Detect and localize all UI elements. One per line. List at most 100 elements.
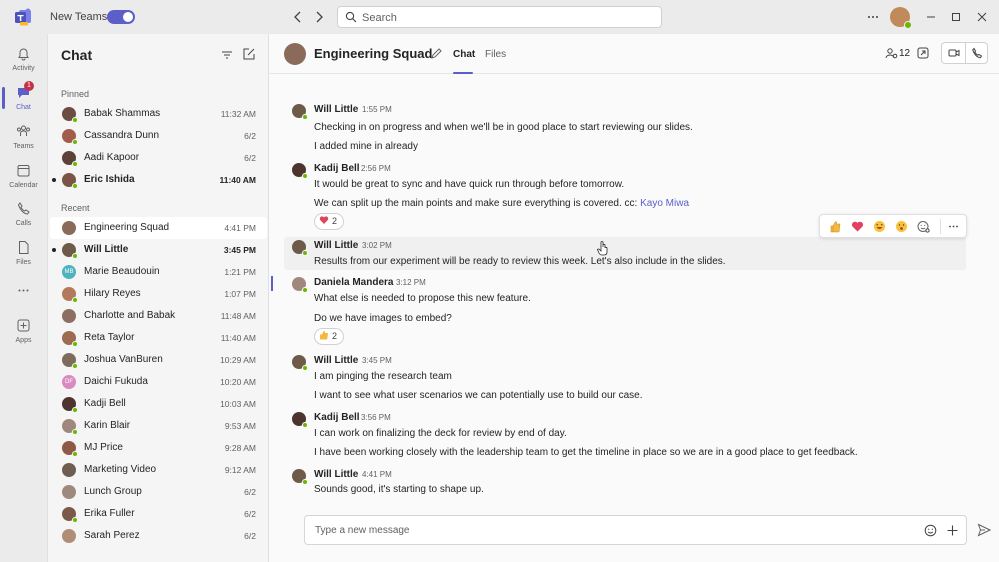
rail-item-files[interactable]: Files — [0, 236, 47, 274]
share-screen-icon[interactable] — [916, 46, 930, 60]
avatar — [62, 173, 78, 189]
avatar — [292, 104, 308, 120]
message-author: Daniela Mandera — [314, 277, 394, 288]
chat-item-erika-fuller[interactable]: Erika Fuller 6/2 — [50, 503, 267, 525]
people-icon[interactable] — [885, 47, 898, 60]
edit-icon[interactable] — [430, 47, 443, 60]
chat-item-sarah-perez[interactable]: Sarah Perez 6/2 — [50, 525, 267, 547]
add-reaction-icon[interactable] — [917, 220, 930, 233]
chat-item-lunch-group[interactable]: Lunch Group 6/2 — [50, 481, 267, 503]
message-text: It would be great to sync and have quick… — [314, 179, 625, 190]
laugh-reaction-icon[interactable] — [873, 220, 886, 233]
avatar — [62, 309, 76, 323]
chat-item-eric-ishida[interactable]: Eric Ishida 11:40 AM — [50, 169, 267, 191]
presence-available-icon — [904, 21, 912, 29]
forward-arrow-icon[interactable] — [312, 9, 326, 25]
search-input[interactable]: Search — [337, 6, 662, 28]
message-text: I have been working closely with the lea… — [314, 447, 858, 458]
conversation-header: Engineering Squad Chat Files 12 — [269, 34, 999, 74]
chat-item-karin-blair[interactable]: Karin Blair 9:53 AM — [50, 415, 267, 437]
teams-icon — [17, 125, 30, 136]
attach-plus-icon[interactable] — [946, 524, 959, 537]
chat-list-pane: Chat Pinned Babak Shammas 11:32 AM Cassa… — [47, 34, 268, 562]
participant-count[interactable]: 12 — [899, 48, 910, 59]
rail-item-apps[interactable]: Apps — [0, 314, 47, 352]
rail-item-calls[interactable]: Calls — [0, 197, 47, 235]
chat-item-engineering-squad[interactable]: Engineering Squad 4:41 PM — [50, 217, 267, 239]
new-message-marker — [271, 276, 273, 291]
rail-item-more[interactable] — [0, 279, 47, 317]
chat-item-will-little[interactable]: Will Little 3:45 PM — [50, 239, 267, 261]
maximize-icon[interactable] — [949, 9, 963, 25]
message-time: 3:56 PM — [361, 413, 391, 422]
mention-link[interactable]: Kayo Miwa — [640, 198, 689, 209]
group-name: Engineering Squad — [314, 46, 433, 61]
message-text: Sounds good, it's starting to shape up. — [314, 484, 484, 495]
chat-item-hilary-reyes[interactable]: Hilary Reyes 1:07 PM — [50, 283, 267, 305]
emoji-icon[interactable] — [924, 524, 937, 537]
reaction-heart[interactable]: 2 — [314, 213, 345, 230]
avatar — [292, 240, 308, 256]
minimize-icon[interactable] — [924, 9, 938, 25]
message-text: We can split up the main points and make… — [314, 198, 689, 209]
message-author: Will Little — [314, 104, 359, 115]
rail-item-calendar[interactable]: Calendar — [0, 159, 47, 197]
chat-item-reta-taylor[interactable]: Reta Taylor 11:40 AM — [50, 327, 267, 349]
avatar — [292, 469, 308, 485]
video-call-icon[interactable] — [948, 47, 960, 59]
chat-item-marie-beaudouin[interactable]: MB Marie Beaudouin 1:21 PM — [50, 261, 267, 283]
surprised-reaction-icon[interactable] — [895, 220, 908, 233]
rail-item-activity[interactable]: Activity — [0, 42, 47, 80]
audio-call-icon[interactable] — [971, 47, 983, 59]
chat-item-kadji-bell[interactable]: Kadji Bell 10:03 AM — [50, 393, 267, 415]
new-teams-label: New Teams — [50, 11, 108, 23]
rail-item-teams[interactable]: Teams — [0, 120, 47, 158]
new-teams-toggle[interactable] — [107, 10, 135, 24]
avatar — [62, 331, 78, 347]
reaction-like[interactable]: 2 — [314, 328, 345, 345]
tab-chat[interactable]: Chat — [453, 49, 475, 60]
rail-label: Apps — [15, 337, 32, 344]
rail-label: Teams — [13, 143, 34, 150]
avatar — [62, 287, 78, 303]
chat-item-cassandra-dunn[interactable]: Cassandra Dunn 6/2 — [50, 125, 267, 147]
message-composer[interactable]: Type a new message — [304, 515, 967, 545]
more-options-icon[interactable] — [947, 220, 960, 233]
rail-label: Chat — [16, 104, 31, 111]
group-avatar — [284, 43, 306, 65]
search-placeholder: Search — [362, 12, 397, 24]
conversation-pane: Engineering Squad Chat Files 12 Will Lit… — [268, 34, 999, 562]
like-reaction-icon[interactable] — [829, 220, 842, 233]
avatar — [62, 529, 76, 543]
calendar-icon — [17, 165, 30, 177]
message-time: 1:55 PM — [362, 105, 392, 114]
chat-item-daichi-fukuda[interactable]: DF Daichi Fukuda 10:20 AM — [50, 371, 267, 393]
rail-label: Calls — [15, 220, 32, 227]
chat-item-marketing-video[interactable]: Marketing Video 9:12 AM — [50, 459, 267, 481]
back-arrow-icon[interactable] — [291, 9, 305, 25]
new-chat-icon[interactable] — [242, 47, 256, 61]
chat-item-charlotte-and-babak[interactable]: Charlotte and Babak 11:48 AM — [50, 305, 267, 327]
rail-label: Calendar — [9, 182, 38, 189]
message-text: I can work on finalizing the deck for re… — [314, 428, 567, 439]
chat-item-joshua-vanburen[interactable]: Joshua VanBuren 10:29 AM — [50, 349, 267, 371]
reaction-toolbar — [819, 214, 967, 238]
tab-files[interactable]: Files — [485, 49, 506, 60]
message-author: Kadij Bell — [314, 163, 360, 174]
heart-icon — [319, 216, 329, 224]
heart-reaction-icon[interactable] — [851, 220, 864, 233]
close-icon[interactable] — [975, 9, 989, 25]
chat-item-babak-shammas[interactable]: Babak Shammas 11:32 AM — [50, 103, 267, 125]
avatar — [62, 507, 78, 523]
rail-label: Files — [16, 259, 31, 266]
filter-icon[interactable] — [220, 48, 234, 62]
rail-item-chat[interactable]: 1 Chat — [0, 81, 47, 119]
unread-dot — [52, 248, 56, 252]
user-avatar[interactable] — [890, 7, 912, 29]
chat-item-aadi-kapoor[interactable]: Aadi Kapoor 6/2 — [50, 147, 267, 169]
more-options-icon[interactable] — [866, 9, 880, 25]
teams-logo-icon — [15, 8, 31, 26]
send-icon[interactable] — [977, 523, 991, 537]
message-text: I added mine in already — [314, 141, 418, 152]
chat-item-mj-price[interactable]: MJ Price 9:28 AM — [50, 437, 267, 459]
